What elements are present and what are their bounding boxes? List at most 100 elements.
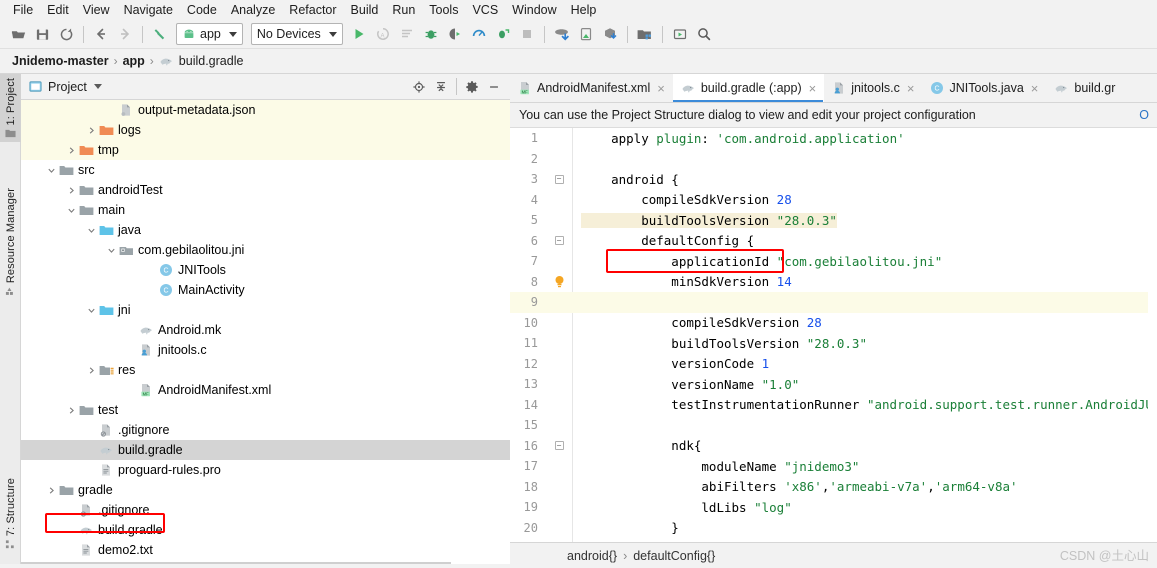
tree-item[interactable]: androidTest — [21, 180, 510, 200]
sync-gradle-icon[interactable] — [598, 22, 622, 46]
settings-gear-icon[interactable] — [462, 77, 482, 97]
fold-collapse-icon[interactable]: − — [554, 236, 564, 246]
menu-item-help[interactable]: Help — [564, 1, 604, 19]
close-icon[interactable]: × — [907, 81, 915, 96]
run-configuration-selector[interactable]: app — [176, 23, 243, 45]
tree-item[interactable]: src — [21, 160, 510, 180]
sdk-manager-icon[interactable] — [550, 22, 574, 46]
sidebar-tab-resource-manager[interactable]: Resource Manager — [0, 184, 21, 300]
menu-item-tools[interactable]: Tools — [422, 1, 465, 19]
hide-panel-icon[interactable] — [484, 77, 504, 97]
save-icon[interactable] — [30, 22, 54, 46]
editor-tab-build-gradle-app[interactable]: build.gradle (:app) × — [672, 74, 825, 102]
chevron-right-icon[interactable] — [45, 484, 58, 497]
code-line[interactable]: 1 apply plugin: 'com.android.application… — [510, 128, 1157, 149]
code-line[interactable]: 2 — [510, 149, 1157, 170]
menu-item-analyze[interactable]: Analyze — [224, 1, 282, 19]
sidebar-tab-structure[interactable]: 7: Structure — [0, 474, 21, 553]
code-line[interactable]: 13 versionName "1.0" — [510, 374, 1157, 395]
menu-item-refactor[interactable]: Refactor — [282, 1, 343, 19]
device-selector[interactable]: No Devices — [250, 23, 343, 45]
code-line[interactable]: 4 compileSdkVersion 28 — [510, 190, 1157, 211]
code-line[interactable]: 18 abiFilters 'x86','armeabi-v7a','arm64… — [510, 477, 1157, 498]
fold-collapse-icon[interactable]: − — [554, 441, 564, 451]
tree-item[interactable]: jni — [21, 300, 510, 320]
tree-item[interactable]: Android.mk — [21, 320, 510, 340]
menu-item-vcs[interactable]: VCS — [465, 1, 505, 19]
code-line[interactable]: 8 minSdkVersion 14 — [510, 272, 1157, 293]
tree-item[interactable]: build.gradle — [21, 440, 510, 460]
fold-collapse-icon[interactable]: − — [554, 174, 564, 184]
code-editor[interactable]: 1 apply plugin: 'com.android.application… — [510, 128, 1157, 542]
layout-inspector-icon[interactable] — [668, 22, 692, 46]
chevron-down-icon[interactable] — [85, 224, 98, 237]
tree-item[interactable]: res — [21, 360, 510, 380]
chevron-right-icon[interactable] — [65, 144, 78, 157]
code-line[interactable]: 11 buildToolsVersion "28.0.3" — [510, 333, 1157, 354]
project-file-tree[interactable]: output-metadata.json logs tmp src androidTes… — [21, 100, 510, 562]
status-breadcrumb-parent[interactable]: android{} — [567, 549, 617, 563]
build-hammer-icon[interactable] — [148, 22, 172, 46]
code-line[interactable]: 6 − defaultConfig { — [510, 231, 1157, 252]
code-line[interactable]: 10 compileSdkVersion 28 — [510, 313, 1157, 334]
menu-item-view[interactable]: View — [76, 1, 117, 19]
tree-item[interactable]: test — [21, 400, 510, 420]
tree-item[interactable]: MF AndroidManifest.xml — [21, 380, 510, 400]
close-icon[interactable]: × — [657, 81, 665, 96]
tree-item[interactable]: demo2.txt — [21, 540, 510, 560]
code-line[interactable]: 9 — [510, 292, 1157, 313]
menu-item-window[interactable]: Window — [505, 1, 563, 19]
run-icon[interactable] — [347, 22, 371, 46]
open-folder-icon[interactable] — [6, 22, 30, 46]
code-line[interactable]: 14 testInstrumentationRunner "android.su… — [510, 395, 1157, 416]
code-line[interactable]: 20 } — [510, 518, 1157, 539]
close-icon[interactable]: × — [1031, 81, 1039, 96]
code-line[interactable]: 16 − ndk{ — [510, 436, 1157, 457]
editor-vertical-scrollbar[interactable] — [1148, 128, 1157, 542]
breadcrumb-file[interactable]: build.gradle — [179, 54, 244, 68]
sync-icon[interactable] — [54, 22, 78, 46]
chevron-right-icon[interactable] — [65, 184, 78, 197]
code-line[interactable]: 19 ldLibs "log" — [510, 497, 1157, 518]
chevron-down-icon[interactable] — [105, 244, 118, 257]
close-icon[interactable]: × — [809, 81, 817, 96]
menu-item-code[interactable]: Code — [180, 1, 224, 19]
breadcrumb-module[interactable]: app — [123, 54, 145, 68]
tree-item[interactable]: .gitignore — [21, 500, 510, 520]
debug-icon[interactable] — [419, 22, 443, 46]
locate-target-icon[interactable] — [409, 77, 429, 97]
code-line[interactable]: 17 moduleName "jnidemo3" — [510, 456, 1157, 477]
tree-item[interactable]: C MainActivity — [21, 280, 510, 300]
editor-tab-androidmanifest-xml[interactable]: MF AndroidManifest.xml × — [510, 74, 673, 102]
editor-tab-build-gr[interactable]: build.gr — [1046, 74, 1123, 102]
chevron-down-icon[interactable] — [45, 164, 58, 177]
tree-item[interactable]: .gitignore — [21, 420, 510, 440]
code-line[interactable]: 12 versionCode 1 — [510, 354, 1157, 375]
chevron-right-icon[interactable] — [65, 404, 78, 417]
tree-item[interactable]: jnitools.c — [21, 340, 510, 360]
code-line[interactable]: 3 − android { — [510, 169, 1157, 190]
attach-debugger-icon[interactable] — [491, 22, 515, 46]
tree-item[interactable]: logs — [21, 120, 510, 140]
collapse-all-icon[interactable] — [431, 77, 451, 97]
menu-item-edit[interactable]: Edit — [40, 1, 76, 19]
profiler-icon[interactable] — [467, 22, 491, 46]
search-everywhere-icon[interactable] — [692, 22, 716, 46]
menu-item-file[interactable]: File — [6, 1, 40, 19]
notification-open-link[interactable]: O — [1139, 108, 1149, 122]
code-line[interactable]: 15 — [510, 415, 1157, 436]
avd-manager-icon[interactable] — [574, 22, 598, 46]
tree-item[interactable]: proguard-rules.pro — [21, 460, 510, 480]
breadcrumb-project[interactable]: Jnidemo-master — [12, 54, 109, 68]
code-line[interactable]: 5 buildToolsVersion "28.0.3" — [510, 210, 1157, 231]
intention-bulb-icon[interactable] — [554, 275, 565, 289]
tree-item[interactable]: gradle — [21, 480, 510, 500]
tree-item[interactable]: java — [21, 220, 510, 240]
chevron-down-icon[interactable] — [85, 304, 98, 317]
tree-item[interactable]: output-metadata.json — [21, 100, 510, 120]
project-structure-icon[interactable] — [633, 22, 657, 46]
chevron-down-icon[interactable] — [93, 84, 102, 89]
tree-item[interactable]: C JNITools — [21, 260, 510, 280]
tree-item[interactable]: com.gebilaolitou.jni — [21, 240, 510, 260]
chevron-right-icon[interactable] — [85, 364, 98, 377]
